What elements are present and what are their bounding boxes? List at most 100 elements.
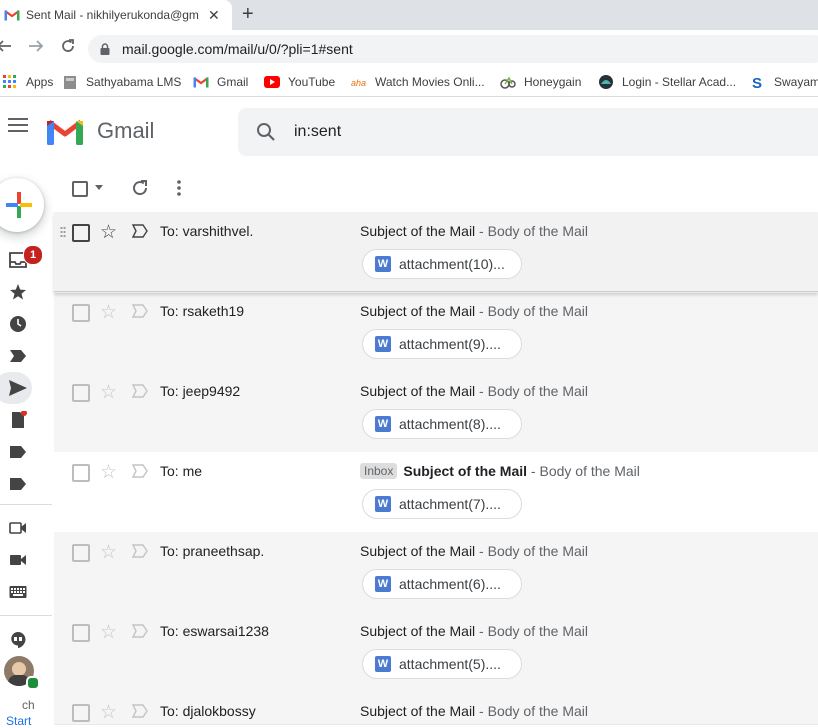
chevron-down-icon[interactable]	[95, 185, 103, 190]
star-outline-icon[interactable]: ☆	[100, 221, 117, 244]
label-nav-item[interactable]	[8, 475, 28, 493]
attachment-chip[interactable]: Wattachment(6)....	[362, 569, 522, 599]
hangouts-item[interactable]	[8, 631, 28, 649]
star-outline-icon[interactable]: ☆	[100, 461, 117, 484]
bookmark-label: Swayam	[774, 75, 818, 89]
bookmark-label: Honeygain	[524, 75, 582, 89]
meet-new-meeting-item[interactable]	[8, 519, 28, 537]
important-nav-item[interactable]	[8, 347, 28, 365]
drag-handle-icon[interactable]	[60, 226, 66, 238]
important-marker-icon[interactable]	[132, 624, 148, 638]
meet-join-item[interactable]	[8, 551, 28, 569]
email-row[interactable]: ☆ To: eswarsai1238 Subject of the Mail -…	[54, 612, 818, 693]
row-checkbox[interactable]	[72, 224, 90, 242]
stellar-icon	[599, 75, 613, 89]
rail-divider	[0, 615, 52, 616]
address-bar[interactable]: mail.google.com/mail/u/0/?pli=1#sent	[88, 35, 818, 63]
snippet: Body of the Mail	[487, 623, 589, 639]
refresh-icon[interactable]	[131, 179, 149, 197]
bookmark-apps[interactable]: Apps	[2, 73, 53, 91]
email-row[interactable]: ☆ To: djalokbossy Subject of the Mail - …	[54, 692, 818, 725]
important-marker-icon[interactable]	[132, 304, 148, 318]
important-marker-icon[interactable]	[132, 544, 148, 558]
snippet: Body of the Mail	[487, 383, 589, 399]
browser-tab[interactable]: Sent Mail - nikhilyerukonda@gm ✕	[0, 0, 232, 30]
send-icon	[9, 380, 27, 396]
attachment-chip[interactable]: Wattachment(5)....	[362, 649, 522, 679]
subject: Subject of the Mail	[360, 383, 476, 399]
attachment-chip[interactable]: Wattachment(9)....	[362, 329, 522, 359]
starred-nav-item[interactable]	[8, 283, 28, 301]
email-row[interactable]: ☆ To: me Inbox Subject of the Mail - Body…	[54, 452, 818, 533]
row-checkbox[interactable]	[72, 464, 90, 482]
important-marker-icon[interactable]	[132, 224, 148, 238]
star-outline-icon[interactable]: ☆	[100, 301, 117, 324]
new-tab-button[interactable]: +	[242, 3, 254, 26]
row-checkbox[interactable]	[72, 544, 90, 562]
recipient: To: praneethsap.	[160, 543, 265, 559]
reload-icon[interactable]	[60, 38, 76, 54]
compose-button[interactable]	[0, 178, 44, 232]
attachment-chip[interactable]: Wattachment(10)...	[362, 249, 522, 279]
bookmark-honeygain[interactable]: Honeygain	[500, 73, 581, 91]
email-row[interactable]: ☆ To: rsaketh19 Subject of the Mail - Bo…	[54, 292, 818, 373]
youtube-icon	[264, 76, 280, 88]
bookmark-swayam[interactable]: S Swayam	[750, 73, 818, 91]
recipient: To: jeep9492	[160, 383, 241, 399]
email-row[interactable]: ☆ To: praneethsap. Subject of the Mail -…	[54, 532, 818, 613]
row-checkbox[interactable]	[72, 384, 90, 402]
recipient: To: eswarsai1238	[160, 623, 269, 639]
tab-close-icon[interactable]: ✕	[208, 7, 220, 24]
word-doc-icon: W	[375, 256, 391, 272]
tab-title: Sent Mail - nikhilyerukonda@gm	[26, 8, 199, 22]
row-checkbox[interactable]	[72, 624, 90, 642]
bookmark-label: Sathyabama LMS	[86, 75, 182, 89]
search-input[interactable]: in:sent	[294, 123, 341, 141]
sent-nav-item[interactable]	[0, 372, 32, 404]
inbox-label-badge[interactable]: Inbox	[360, 463, 398, 479]
star-outline-icon[interactable]: ☆	[100, 621, 117, 644]
recipient: To: rsaketh19	[160, 303, 245, 319]
attachment-name: attachment(7)....	[399, 496, 501, 512]
more-options-icon[interactable]	[177, 180, 181, 196]
attachment-chip[interactable]: Wattachment(8)....	[362, 409, 522, 439]
bookmark-movies[interactable]: aha Watch Movies Onli...	[351, 73, 485, 91]
bookmark-sathyabama[interactable]: Sathyabama LMS	[62, 73, 181, 91]
search-bar[interactable]: in:sent	[238, 108, 818, 156]
snippet: Body of the Mail	[487, 303, 589, 319]
email-row[interactable]: ☆ To: varshithvel. Subject of the Mail -…	[54, 212, 818, 293]
gmail-icon	[193, 77, 209, 88]
word-doc-icon: W	[375, 336, 391, 352]
lock-icon	[100, 43, 110, 55]
bookmark-stellar[interactable]: Login - Stellar Acad...	[598, 73, 736, 91]
attachment-chip[interactable]: Wattachment(7)....	[362, 489, 522, 519]
apps-grid-icon	[3, 75, 16, 88]
important-marker-icon[interactable]	[132, 464, 148, 478]
row-checkbox[interactable]	[72, 704, 90, 722]
bookmark-youtube[interactable]: YouTube	[264, 73, 335, 91]
search-icon[interactable]	[256, 122, 276, 142]
label-nav-item[interactable]	[8, 443, 28, 461]
main-menu-icon[interactable]	[8, 118, 28, 134]
star-outline-icon[interactable]: ☆	[100, 701, 117, 724]
important-marker-icon[interactable]	[132, 704, 148, 718]
label-icon	[10, 478, 26, 490]
star-outline-icon[interactable]: ☆	[100, 381, 117, 404]
star-outline-icon[interactable]: ☆	[100, 541, 117, 564]
email-row[interactable]: ☆ To: jeep9492 Subject of the Mail - Bod…	[54, 372, 818, 453]
forward-arrow-icon[interactable]	[28, 38, 44, 54]
meet-keyboard-item[interactable]	[8, 583, 28, 601]
bookmark-gmail[interactable]: Gmail	[193, 73, 248, 91]
bookmark-label: Apps	[26, 75, 54, 89]
back-arrow-icon[interactable]	[0, 38, 12, 54]
start-chat-link[interactable]: Start	[6, 714, 31, 728]
attachment-name: attachment(8)....	[399, 416, 501, 432]
select-all-checkbox[interactable]	[72, 181, 88, 197]
subject: Subject of the Mail	[360, 623, 476, 639]
separator: -	[527, 463, 540, 479]
unread-count-badge: 1	[23, 245, 43, 265]
row-checkbox[interactable]	[72, 304, 90, 322]
snoozed-nav-item[interactable]	[8, 315, 28, 333]
important-marker-icon[interactable]	[132, 384, 148, 398]
drafts-nav-item[interactable]	[8, 411, 28, 429]
